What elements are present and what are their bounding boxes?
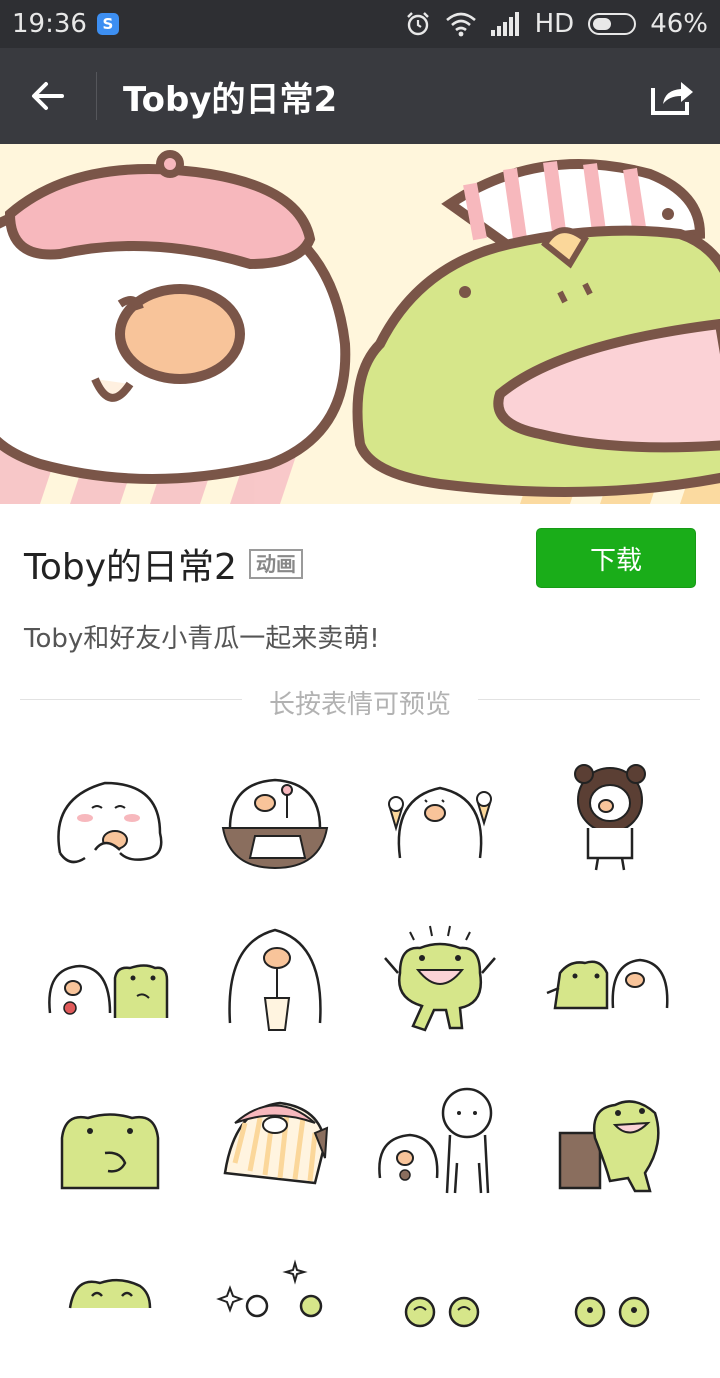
pack-name: Toby的日常2 [24, 547, 237, 588]
sticker-frog-peek-bottom [68, 1278, 152, 1309]
wifi-icon [445, 12, 476, 37]
notification-app-icon: S [96, 13, 119, 35]
preview-hint: 长按表情可预览 [268, 690, 451, 720]
status-bar: 19:36 S HD 46% [0, 0, 720, 48]
sticker-frog-cheering [384, 925, 496, 1032]
pack-description: Toby和好友小青瓜一起来卖萌! [24, 624, 380, 654]
sticker-blob-in-blanket [223, 1101, 329, 1185]
sticker-item[interactable] [40, 908, 180, 1048]
banner-illustration [0, 144, 720, 504]
sticker-blob-blushing [57, 781, 163, 864]
sticker-item[interactable] [370, 1238, 510, 1378]
arrow-left-icon [32, 82, 64, 110]
sticker-frog-leaning [558, 1100, 660, 1193]
sticker-item[interactable] [40, 1238, 180, 1378]
top-bar-divider [96, 72, 97, 120]
sticker-item[interactable] [540, 1238, 680, 1378]
sticker-blob-sparkles [216, 1259, 323, 1318]
sticker-blob-and-frog [48, 964, 169, 1018]
sticker-item[interactable] [205, 908, 345, 1048]
sticker-blob-and-friend [378, 1087, 493, 1194]
network-type: HD [534, 9, 575, 39]
sticker-item[interactable] [540, 908, 680, 1048]
sticker-item[interactable] [40, 748, 180, 888]
signal-icon [490, 12, 519, 36]
preview-divider: 长按表情可预览 [20, 684, 700, 720]
status-time: 19:36 [12, 9, 87, 39]
sticker-item[interactable] [540, 748, 680, 888]
sticker-blob-ice-cream [388, 786, 492, 859]
sticker-item[interactable] [205, 1238, 345, 1378]
share-button[interactable] [624, 48, 720, 144]
sticker-blob-at-table [221, 778, 329, 870]
sticker-item[interactable] [370, 748, 510, 888]
sticker-frog-peek-bottom [404, 1296, 480, 1328]
battery-percent: 46% [650, 9, 708, 39]
pack-title: Toby的日常2 动画 [24, 538, 303, 590]
sticker-item[interactable] [205, 748, 345, 888]
status-icons: HD 46% [405, 9, 708, 39]
sticker-item[interactable] [540, 1073, 680, 1213]
back-button[interactable] [0, 48, 96, 144]
page-title: Toby的日常2 [123, 79, 338, 120]
download-button[interactable]: 下载 [536, 528, 696, 588]
sticker-blob-bear-hood [574, 764, 646, 871]
sticker-frog-and-blob [546, 958, 669, 1010]
top-bar: Toby的日常2 [0, 48, 720, 144]
sticker-frog-peek-bottom [574, 1296, 650, 1328]
sticker-item[interactable] [370, 1073, 510, 1213]
share-icon [651, 82, 693, 115]
sticker-blob-drinking [228, 928, 322, 1031]
battery-icon [588, 13, 637, 35]
alarm-icon [406, 12, 429, 36]
battery-level [593, 18, 611, 30]
sticker-item[interactable] [370, 908, 510, 1048]
pack-banner [0, 144, 720, 504]
sticker-item[interactable] [40, 1073, 180, 1213]
sticker-frog-peeking [60, 1113, 160, 1190]
sticker-item[interactable] [205, 1073, 345, 1213]
animated-tag: 动画 [248, 549, 303, 579]
